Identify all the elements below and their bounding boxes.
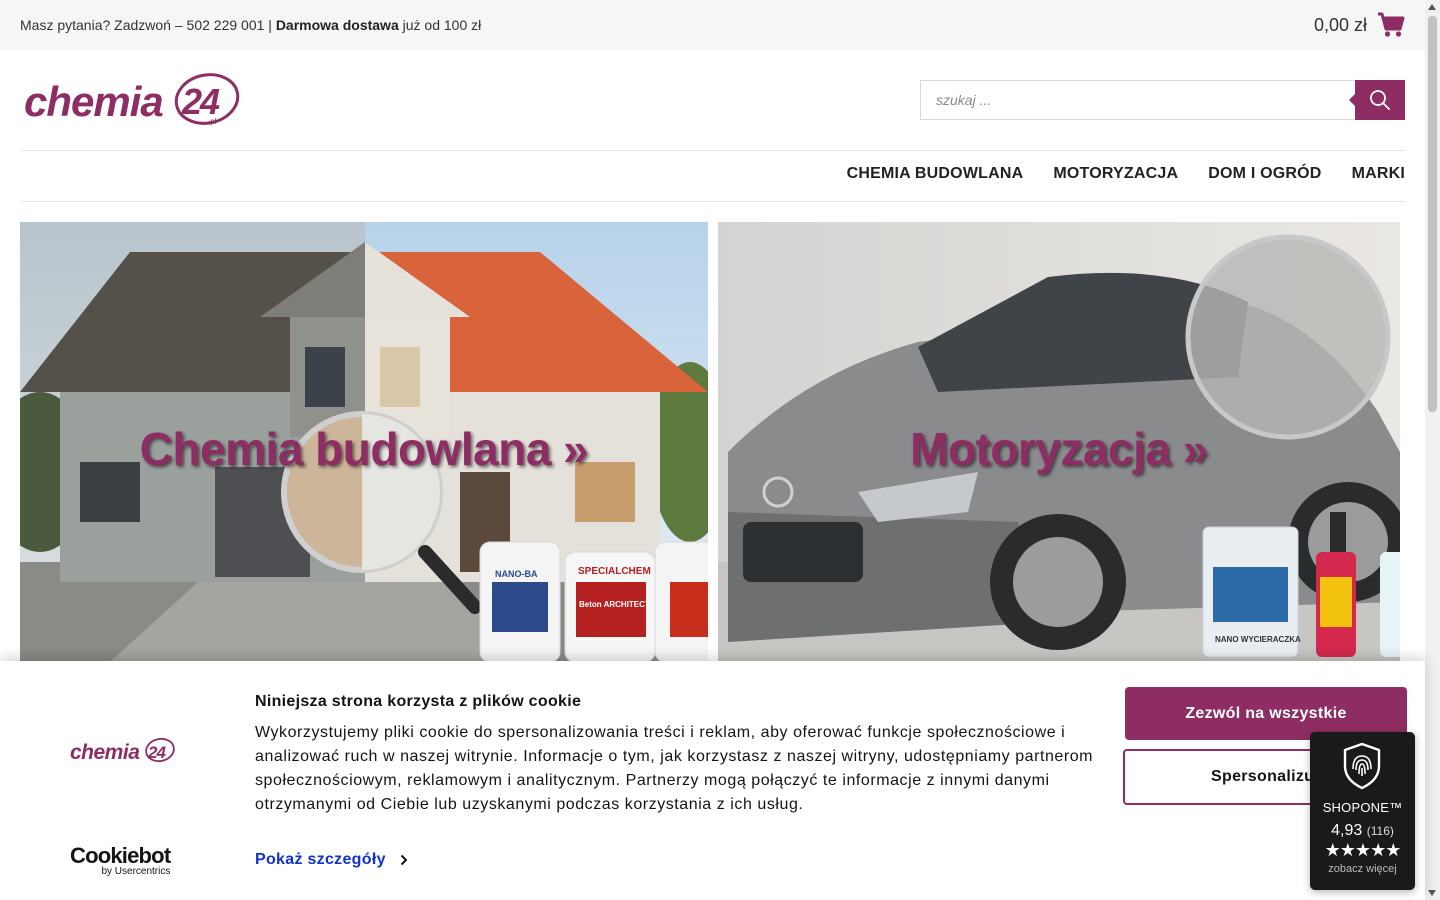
banner-title-chemia-budowlana[interactable]: Chemia budowlana » [20,422,708,476]
contact-info: Masz pytania? Zadzwoń – 502 229 001 | Da… [20,17,481,33]
nav-item-chemia-budowlana[interactable]: CHEMIA BUDOWLANA [847,165,1024,183]
product-label-beton: Beton ARCHITECT [579,600,650,609]
scrollbar-thumb[interactable] [1428,16,1437,412]
scroll-down-arrow-icon[interactable] [1428,890,1436,896]
shopone-rating-value: 4,93 [1331,822,1363,839]
search-button[interactable] [1349,80,1405,120]
search-input[interactable] [920,80,1355,120]
cookie-dialog-logo: chemia 24 [70,737,175,764]
nav-item-motoryzacja[interactable]: MOTORYZACJA [1053,165,1178,183]
cookie-logo-number: 24 [147,743,166,762]
shopping-cart-icon [1378,12,1405,37]
top-bar: Masz pytania? Zadzwoń – 502 229 001 | Da… [0,0,1425,50]
header-divider-top [20,150,1405,151]
cookie-dialog-text: Wykorzystujemy pliki cookie do spersonal… [255,724,1094,813]
header-divider-bottom [20,201,1405,202]
site-logo[interactable]: chemia 24 .pl [22,72,244,128]
free-delivery-label: Darmowa dostawa [275,17,399,33]
product-label-specialchem: SPECIALCHEM [578,566,651,577]
banner-chemia-budowlana[interactable]: NANO-BA SPECIALCHEM Beton ARCHITECT Chem… [20,222,708,662]
main-navigation: CHEMIA BUDOWLANA MOTORYZACJA DOM I OGRÓD… [847,165,1405,183]
cookie-consent-dialog: chemia 24 Cookiebot by Usercentrics Nini… [0,661,1425,900]
shopone-rating-badge[interactable]: SHOPONE™ 4,93 (116) ★★★★★ zobacz więcej [1310,732,1415,890]
contact-phone-text: Masz pytania? Zadzwoń – 502 229 001 | [20,17,272,33]
shopone-rating: 4,93 (116) [1310,822,1415,840]
shield-fingerprint-icon [1343,742,1381,790]
cookiebot-name: Cookiebot [70,843,171,868]
cart-amount: 0,00 zł [1313,14,1367,35]
search-bar [920,80,1405,120]
cart-link[interactable]: 0,00 zł [1314,12,1405,38]
shopone-see-more-link[interactable]: zobacz więcej [1310,863,1415,875]
nav-item-marki[interactable]: MARKI [1352,165,1405,183]
banner-title-motoryzacja[interactable]: Motoryzacja » [718,422,1400,476]
cookie-dialog-title: Niniejsza strona korzysta z plików cooki… [255,693,582,710]
shopone-name: SHOPONE™ [1322,800,1403,815]
logo-text: chemia [24,78,163,125]
free-delivery-threshold: już od 100 zł [402,17,482,33]
shopone-stars-icon: ★★★★★ [1324,840,1402,860]
nav-item-dom-i-ogrod[interactable]: DOM I OGRÓD [1208,165,1321,183]
scroll-up-arrow-icon[interactable] [1428,4,1436,10]
chevron-right-icon [400,854,408,866]
cookiebot-logo[interactable]: Cookiebot by Usercentrics [70,843,171,878]
cookie-logo-text: chemia [70,741,140,764]
banner-motoryzacja[interactable]: NANO WYCIERACZKA Motoryzacja » [718,222,1400,662]
logo-number: 24 [181,81,220,122]
logo-domain: .pl [208,117,217,126]
product-label-nano: NANO-BA [495,569,538,579]
shopone-rating-count: (116) [1366,824,1394,838]
page-scrollbar[interactable] [1425,0,1440,900]
product-label-nano-wycieraczka: NANO WYCIERACZKA [1215,635,1301,644]
show-details-label: Pokaż szczegóły [255,851,386,868]
magnifier-icon [1370,90,1390,110]
show-details-link[interactable]: Pokaż szczegóły [255,851,408,869]
